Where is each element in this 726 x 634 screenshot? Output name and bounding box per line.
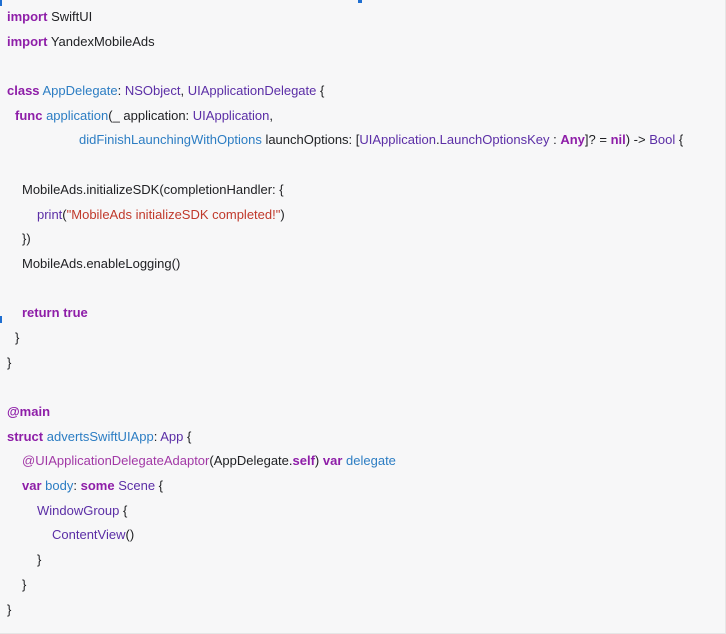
code-token: launchOptions: [	[261, 132, 360, 148]
code-token: AppDelegate	[42, 83, 118, 99]
code-token: )	[280, 206, 285, 222]
code-token: nil	[610, 132, 626, 148]
selection-marker-top	[358, 0, 362, 3]
code-token: enableLogging	[86, 255, 172, 271]
code-token: initializeSDK	[86, 181, 160, 197]
code-token: (_ application:	[108, 107, 193, 123]
code-token: ]? =	[584, 132, 611, 148]
code-token: AppDelegate	[213, 453, 289, 469]
code-token: self	[292, 453, 315, 469]
code-line: @UIApplicationDelegateAdaptor(AppDelegat…	[7, 449, 721, 474]
code-token: NSObject	[124, 83, 181, 99]
code-token: :	[117, 83, 125, 99]
code-line: }	[7, 326, 721, 351]
code-token: (completionHandler: {	[159, 181, 284, 197]
code-token: )	[314, 453, 323, 469]
code-token: :	[549, 132, 561, 148]
code-line: }	[7, 351, 721, 376]
code-token: advertsSwiftUIApp	[46, 428, 154, 444]
code-token: LaunchOptionsKey	[439, 132, 550, 148]
code-token: struct	[7, 428, 44, 444]
code-line: })	[7, 227, 721, 252]
code-line: struct advertsSwiftUIApp: App {	[7, 425, 721, 450]
code-lines: import SwiftUI import YandexMobileAds cl…	[7, 5, 721, 622]
code-token: some	[80, 478, 115, 494]
code-token: "MobileAds initializeSDK completed!"	[66, 206, 281, 222]
code-token: delegate	[346, 453, 396, 469]
code-token: func	[15, 107, 43, 123]
code-token: Scene	[118, 478, 156, 494]
code-token: UIApplicationDelegate	[187, 83, 317, 99]
code-token: {	[316, 83, 325, 99]
code-token: true	[63, 305, 88, 321]
code-token: UIApplication	[359, 132, 436, 148]
code-line: }	[7, 548, 721, 573]
code-line: import YandexMobileAds	[7, 30, 721, 55]
code-line: func application(_ application: UIApplic…	[7, 104, 721, 129]
code-token: {	[675, 132, 684, 148]
code-token: Any	[560, 132, 585, 148]
code-line: MobileAds.initializeSDK(completionHandle…	[7, 178, 721, 203]
code-token: })	[22, 231, 31, 247]
code-token: MobileAds	[22, 181, 83, 197]
code-token: import	[7, 33, 48, 49]
code-line: print("MobileAds initializeSDK completed…	[7, 203, 721, 228]
code-token: var	[22, 478, 42, 494]
code-token: Bool	[649, 132, 676, 148]
code-line: return true	[7, 301, 721, 326]
code-line: MobileAds.enableLogging()	[7, 252, 721, 277]
code-token: print	[37, 206, 63, 222]
code-token: ()	[125, 527, 135, 543]
code-token: ()	[171, 255, 181, 271]
code-line: WindowGroup {	[7, 499, 721, 524]
code-line: }	[7, 573, 721, 598]
code-token: var	[322, 453, 343, 469]
code-token: }	[7, 354, 12, 370]
code-line: }	[7, 598, 721, 623]
code-token: import	[7, 9, 48, 24]
code-token: body	[45, 478, 74, 494]
code-token: application	[46, 107, 109, 123]
code-token: }	[22, 576, 27, 592]
code-token: didFinishLaunchingWithOptions	[79, 132, 262, 148]
code-token: {	[119, 502, 128, 518]
code-line: @main	[7, 400, 721, 425]
code-token: :	[73, 478, 81, 494]
selection-marker-left-top	[0, 0, 2, 6]
code-token: class	[7, 83, 40, 99]
code-token: SwiftUI	[47, 9, 93, 24]
code-token: YandexMobileAds	[47, 33, 155, 49]
code-token: @main	[7, 404, 51, 419]
code-token: @UIApplicationDelegateAdaptor	[22, 453, 210, 469]
code-token: MobileAds	[22, 255, 83, 271]
code-token: }	[37, 552, 42, 568]
code-token: App	[160, 428, 184, 444]
code-line: didFinishLaunchingWithOptions launchOpti…	[7, 128, 721, 153]
code-block: import SwiftUI import YandexMobileAds cl…	[0, 0, 726, 634]
code-token: UIApplication	[192, 107, 270, 123]
code-line: class AppDelegate: NSObject, UIApplicati…	[7, 79, 721, 104]
code-token: ContentView	[52, 527, 126, 543]
code-token: ,	[180, 83, 188, 99]
code-line: import SwiftUI	[7, 5, 721, 30]
code-token: return	[22, 305, 60, 321]
code-token: WindowGroup	[37, 502, 120, 518]
code-token: ,	[269, 107, 274, 123]
code-token: }	[15, 329, 20, 345]
code-line: ContentView()	[7, 523, 721, 548]
code-token: {	[183, 428, 192, 444]
code-token: ) ->	[625, 132, 650, 148]
selection-marker-left-middle	[0, 316, 2, 323]
code-line: var body: some Scene {	[7, 474, 721, 499]
code-token: }	[7, 601, 12, 617]
code-token: {	[155, 478, 164, 494]
